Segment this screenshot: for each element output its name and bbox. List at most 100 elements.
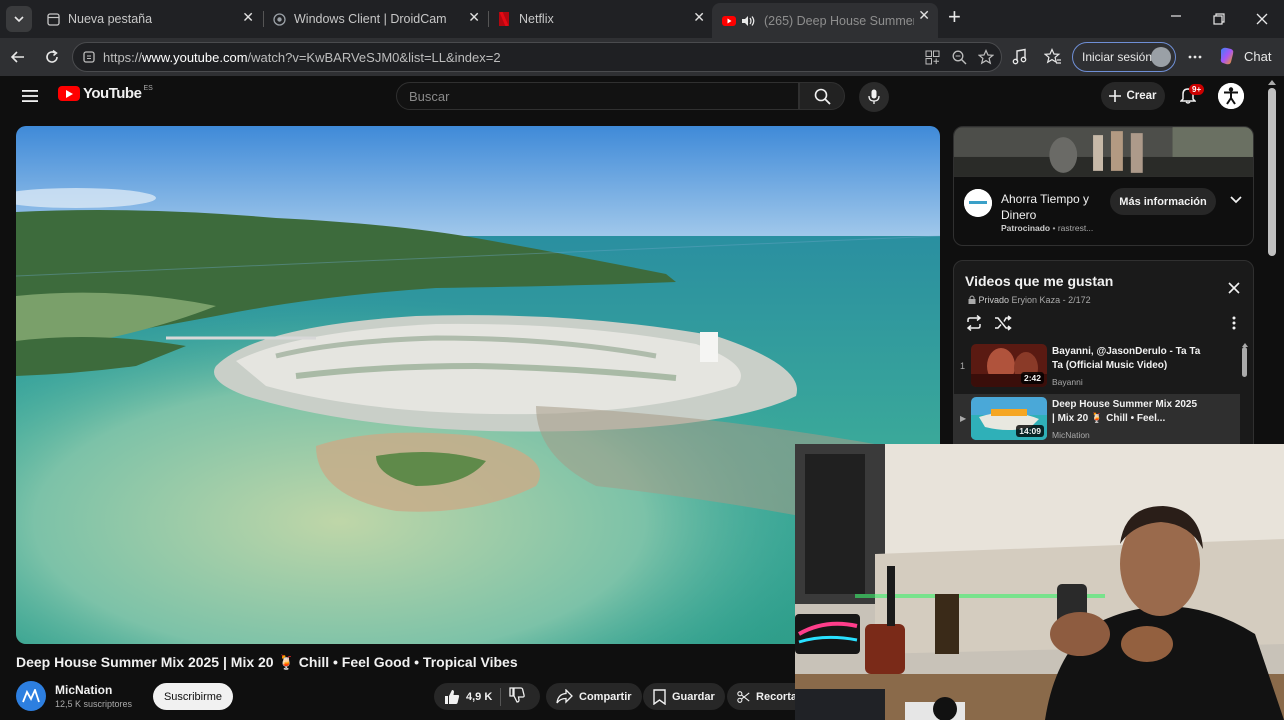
droidcam-icon [272,12,286,26]
tab-netflix[interactable]: Netflix ✕ [487,5,713,33]
tab-droidcam[interactable]: Windows Client | DroidCam ✕ [262,5,488,33]
loop-playlist-button[interactable] [965,314,983,336]
advertiser-logo [964,189,992,217]
save-button[interactable]: Guardar [643,683,725,710]
share-button[interactable]: Compartir [546,683,642,710]
voice-search-button[interactable] [859,82,889,112]
youtube-logo-text: YouTube [83,85,142,102]
page-icon [46,12,60,26]
search-button[interactable] [799,82,845,110]
tab-title: (265) Deep House Summer Mi [764,13,914,28]
duration-badge: 2:42 [1020,372,1044,384]
playlist-scrollbar-thumb[interactable] [1242,347,1247,377]
channel-avatar[interactable] [16,681,46,711]
save-label: Guardar [672,690,715,703]
playlist-title[interactable]: Videos que me gustan [965,273,1113,289]
share-arrow-icon [556,689,573,704]
close-icon [1228,282,1240,294]
guide-menu-button[interactable] [22,89,38,108]
plus-icon [1109,90,1122,102]
create-button[interactable]: Crear [1101,82,1165,110]
channel-logo-icon [22,689,40,703]
notification-badge: 9+ [1189,84,1205,95]
tab-close-button[interactable]: ✕ [693,9,705,26]
playlist-more-button[interactable] [1232,316,1236,333]
tab-actions-menu-button[interactable] [6,6,32,32]
favorite-star-icon[interactable] [978,49,994,65]
signin-label: Iniciar sesión [1082,50,1153,64]
dislike-button[interactable] [509,687,526,706]
youtube-logo[interactable]: YouTube ES [58,85,153,102]
like-button[interactable]: 4,9 K [444,689,492,705]
ad-more-info-button[interactable]: Más información [1110,188,1216,215]
address-bar[interactable]: https://www.youtube.com/watch?v=KwBARVeS… [72,42,1002,72]
create-label: Crear [1126,90,1157,102]
tab-new-tab[interactable]: Nueva pestaña ✕ [36,5,262,33]
thumbs-down-icon [509,687,526,703]
page-scrollbar-thumb[interactable] [1268,88,1276,256]
profile-avatar-icon [1151,47,1171,67]
playlist-item-channel: Bayanni [1052,377,1083,387]
playlist-panel: Videos que me gustan Privado Eryion Kaza… [953,260,1254,460]
url-text: https://www.youtube.com/watch?v=KwBARVeS… [103,50,501,65]
like-divider [500,687,502,706]
playlist-item-index: 1 [960,361,966,371]
back-button[interactable] [8,47,28,67]
ad-sponsored-label: Patrocinado • rastrest... [1001,223,1094,233]
back-arrow-icon [10,51,24,63]
reload-icon [46,49,58,63]
region-code: ES [143,85,153,92]
tab-close-button[interactable]: ✕ [468,9,480,26]
scroll-up-arrow-icon[interactable] [1268,80,1276,85]
subscribe-button[interactable]: Suscribirme [153,683,233,710]
minimize-icon [1171,15,1181,17]
search-icon [814,88,831,105]
sponsored-ad-card[interactable]: Ahorra Tiempo y Dinero Patrocinado • ras… [953,126,1254,246]
signin-button[interactable]: Iniciar sesión [1072,42,1176,72]
account-avatar[interactable] [1218,83,1244,109]
zoom-out-icon[interactable] [952,50,967,65]
tab-close-button[interactable]: ✕ [242,9,254,26]
search-input[interactable]: Buscar [396,82,799,110]
youtube-play-icon [58,86,80,101]
close-playlist-button[interactable] [1228,281,1240,299]
tab-title: Netflix [519,12,554,26]
apps-icon[interactable] [925,50,940,65]
playlist-owner[interactable]: Eryion Kaza [1012,295,1061,305]
site-info-icon[interactable] [82,50,96,64]
ad-banner-image [954,127,1253,177]
copilot-chat-button[interactable]: Chat [1218,46,1271,66]
browser-toolbar: https://www.youtube.com/watch?v=KwBARVeS… [0,38,1284,76]
playlist-item[interactable]: 1 2:42 Bayanni, @JasonDerulo - Ta Ta Ta … [954,341,1240,391]
playlist-item-title: Bayanni, @JasonDerulo - Ta Ta Ta (Offici… [1052,346,1201,371]
restore-button[interactable] [1213,12,1225,29]
youtube-header: YouTube ES Buscar Crear 9+ [0,76,1266,118]
hamburger-icon [22,90,38,102]
tab-close-button[interactable]: ✕ [918,7,930,24]
browser-tab-strip: Nueva pestaña ✕ Windows Client | DroidCa… [0,0,1284,38]
webcam-overlay [795,444,1284,720]
playlist-position: - 2/172 [1062,295,1091,305]
playlist-item-current[interactable]: ▶ 14:09 Deep House Summer Mix 2025 | Mix… [954,394,1240,444]
like-dislike-group: 4,9 K [434,683,540,710]
playlist-item-thumbnail: 14:09 [971,397,1047,440]
tab-youtube-active[interactable]: (265) Deep House Summer Mi ✕ [712,3,938,38]
close-window-button[interactable] [1256,12,1268,29]
clip-label: Recorta [756,690,797,703]
new-tab-button[interactable]: + [948,4,961,30]
playlist-item-title: Deep House Summer Mix 2025 | Mix 20 🍹 Ch… [1052,399,1198,424]
chevron-down-icon[interactable] [1230,195,1242,205]
favorites-icon[interactable] [1044,48,1062,66]
media-control-icon[interactable] [1011,48,1029,66]
accessibility-person-icon [1218,83,1244,109]
lock-icon [968,295,976,304]
now-playing-icon: ▶ [960,414,967,423]
reload-button[interactable] [42,47,62,67]
tab-title: Nueva pestaña [68,12,153,26]
youtube-favicon [722,14,756,28]
minimize-button[interactable] [1170,9,1182,26]
channel-name[interactable]: MicNation [55,683,112,697]
close-icon [1256,13,1268,25]
more-menu-button[interactable] [1185,47,1205,67]
shuffle-playlist-button[interactable] [994,315,1012,336]
